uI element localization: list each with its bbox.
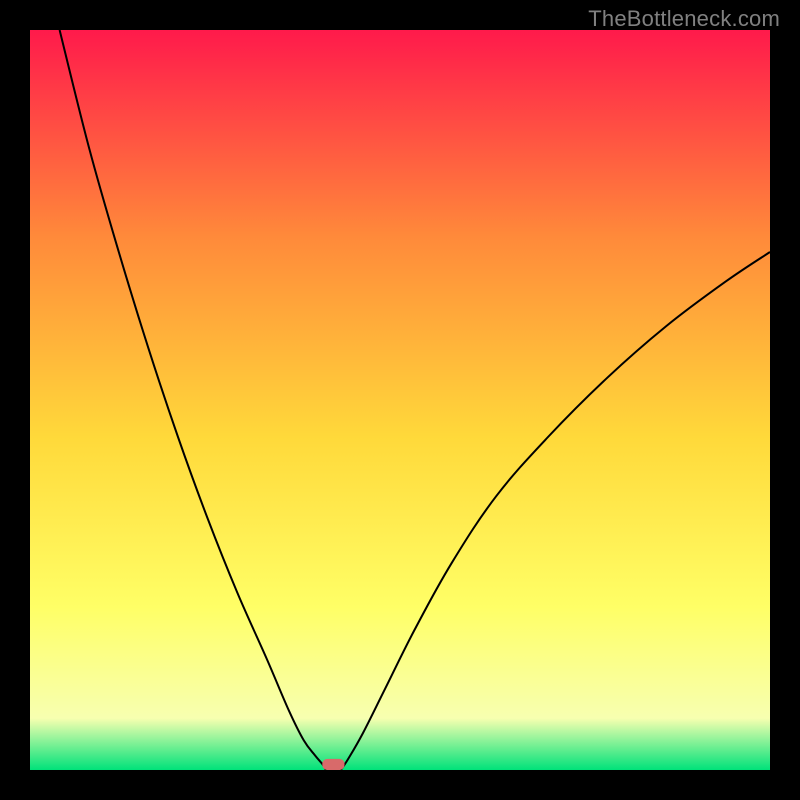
plot-area [30,30,770,770]
watermark-text: TheBottleneck.com [588,6,780,32]
optimum-marker [322,759,344,770]
chart-frame: TheBottleneck.com [0,0,800,800]
chart-svg [30,30,770,770]
